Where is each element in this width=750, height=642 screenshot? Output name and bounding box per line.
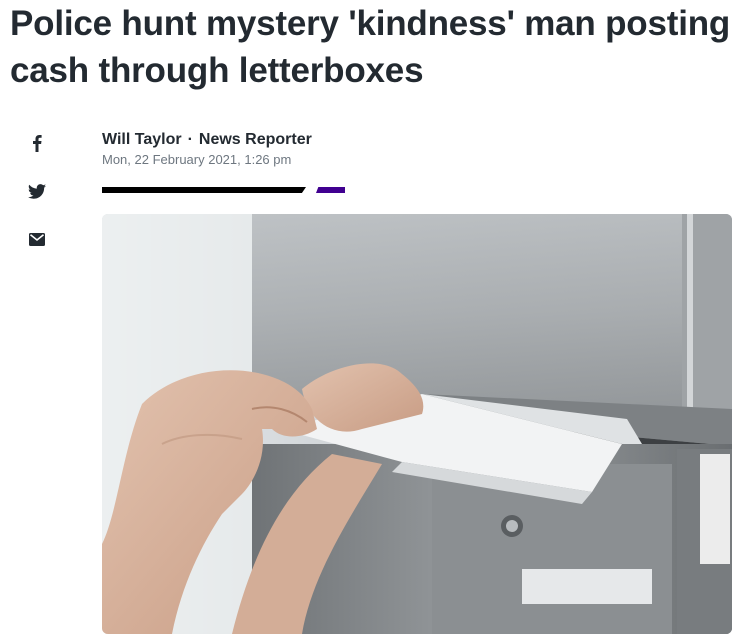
article-headline: Police hunt mystery 'kindness' man posti…: [10, 4, 731, 90]
author-role: News Reporter: [198, 131, 312, 148]
mailbox-photo-illustration: [102, 214, 732, 634]
byline-divider-bar: [102, 187, 306, 193]
email-icon: [29, 232, 45, 246]
article-hero-image: [102, 214, 732, 634]
email-share-button[interactable]: [24, 226, 50, 252]
byline-separator: ·: [187, 131, 193, 148]
byline-accent-bar: [316, 187, 345, 193]
share-bar: [24, 130, 50, 274]
facebook-icon: [33, 135, 42, 152]
twitter-icon: [28, 183, 46, 199]
author-name[interactable]: Will Taylor: [102, 131, 182, 148]
twitter-share-button[interactable]: [24, 178, 50, 204]
facebook-share-button[interactable]: [24, 130, 50, 156]
publish-date: Mon, 22 February 2021, 1:26 pm: [102, 152, 292, 167]
byline: Will Taylor · News Reporter Mon, 22 Februa…: [102, 130, 312, 169]
